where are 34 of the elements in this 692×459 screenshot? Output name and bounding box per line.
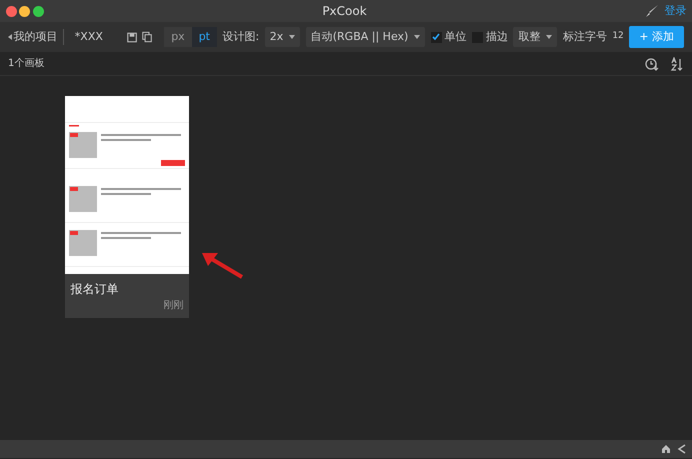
login-link[interactable]: 登录	[664, 2, 686, 20]
rounding-dropdown[interactable]: 取整	[513, 26, 558, 48]
minimize-button[interactable]	[19, 6, 30, 16]
clock-sort-icon[interactable]	[645, 56, 659, 70]
caret-icon	[414, 35, 420, 39]
window-title: PxCook	[322, 4, 367, 18]
close-button[interactable]	[6, 6, 16, 16]
back-link[interactable]: 我的项目	[14, 28, 58, 46]
back-caret-icon[interactable]	[8, 34, 12, 40]
alpha-sort-icon[interactable]	[670, 56, 684, 70]
caret-icon	[289, 35, 296, 39]
artboard-time: 刚刚	[164, 300, 184, 310]
design-scale-dropdown[interactable]: 2x	[264, 26, 300, 48]
font-size-value: 12	[612, 30, 624, 44]
home-icon[interactable]	[661, 444, 671, 454]
brush-icon[interactable]	[645, 4, 659, 18]
duplicate-icon[interactable]	[142, 30, 154, 44]
unit-toggle[interactable]: px	[164, 26, 192, 48]
save-icon[interactable]	[126, 30, 137, 44]
unit-toggle[interactable]: pt	[192, 26, 217, 48]
color-format-dropdown[interactable]: 自动(RGBA || Hex)	[306, 26, 426, 48]
maximize-button[interactable]	[33, 6, 44, 16]
artboard-card[interactable]: 报名订单 刚刚	[65, 96, 189, 318]
font-size-label: 标注字号	[562, 28, 607, 45]
checkbox[interactable]	[430, 32, 442, 42]
design-scale-label: 设计图:	[222, 28, 260, 45]
project-name: *XXX	[74, 28, 104, 45]
arrow-annotation	[200, 250, 246, 280]
caret-icon	[546, 35, 552, 39]
artboard-name: 报名订单	[70, 280, 120, 298]
checkbox-label: 单位	[444, 28, 467, 45]
board-count: 1个画板	[8, 56, 46, 71]
checkbox-label: 描边	[486, 28, 508, 45]
share-icon[interactable]	[676, 444, 686, 454]
